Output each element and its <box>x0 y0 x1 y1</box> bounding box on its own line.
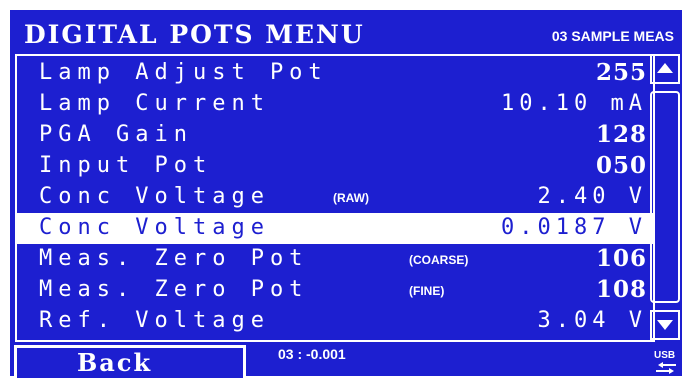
mode-indicator: 03 SAMPLE MEAS <box>551 28 674 44</box>
usb-arrows-icon <box>656 362 676 374</box>
row-label: Ref. Voltage <box>39 308 270 333</box>
list-item[interactable]: Ref. Voltage 3.04 V <box>17 306 653 337</box>
usb-icon: USB <box>652 350 680 374</box>
down-arrow-icon <box>657 320 673 330</box>
scroll-track[interactable] <box>650 91 680 303</box>
row-value: 3.04 V <box>537 308 647 333</box>
back-button-label: Back <box>77 348 153 377</box>
scrollbar[interactable] <box>650 54 680 340</box>
row-value: 255 <box>595 59 647 86</box>
row-value: 2.40 V <box>537 184 647 209</box>
list-item[interactable]: Meas. Zero Pot (FINE) 108 <box>17 275 653 306</box>
up-arrow-icon <box>657 63 673 73</box>
row-value: 10.10 mA <box>501 91 647 116</box>
row-label: Conc Voltage <box>39 184 270 209</box>
scroll-down-button[interactable] <box>650 310 680 340</box>
list-item-selected[interactable]: Conc Voltage 0.0187 V <box>17 213 653 244</box>
row-label: Meas. Zero Pot <box>39 277 309 302</box>
row-label: Lamp Current <box>39 91 270 116</box>
parameter-list: Lamp Adjust Pot 255 Lamp Current 10.10 m… <box>15 54 655 342</box>
row-label: PGA Gain <box>39 122 193 147</box>
row-label: Lamp Adjust Pot <box>39 60 328 85</box>
row-label: Conc Voltage <box>39 215 270 240</box>
usb-label: USB <box>654 350 676 361</box>
list-item[interactable]: Conc Voltage (RAW) 2.40 V <box>17 182 653 213</box>
list-item[interactable]: Input Pot 050 <box>17 151 653 182</box>
status-readout: 03 : -0.001 <box>278 346 346 362</box>
list-item[interactable]: Lamp Current 10.10 mA <box>17 89 653 120</box>
back-button[interactable]: Back <box>14 345 246 381</box>
row-note: (FINE) <box>409 284 445 298</box>
page-title: DIGITAL POTS MENU <box>24 20 365 49</box>
scroll-up-button[interactable] <box>650 54 680 84</box>
list-item[interactable]: Lamp Adjust Pot 255 <box>17 58 653 89</box>
row-value: 108 <box>595 276 647 303</box>
instrument-screen: DIGITAL POTS MENU 03 SAMPLE MEAS Lamp Ad… <box>10 10 682 381</box>
row-value: 128 <box>595 121 647 148</box>
row-note: (COARSE) <box>409 253 469 267</box>
row-label: Meas. Zero Pot <box>39 246 309 271</box>
row-label: Input Pot <box>39 153 213 178</box>
list-item[interactable]: PGA Gain 128 <box>17 120 653 151</box>
row-note: (RAW) <box>333 191 369 205</box>
row-value: 0.0187 V <box>501 215 647 240</box>
list-item[interactable]: Meas. Zero Pot (COARSE) 106 <box>17 244 653 275</box>
row-value: 050 <box>595 152 647 179</box>
row-value: 106 <box>595 245 647 272</box>
